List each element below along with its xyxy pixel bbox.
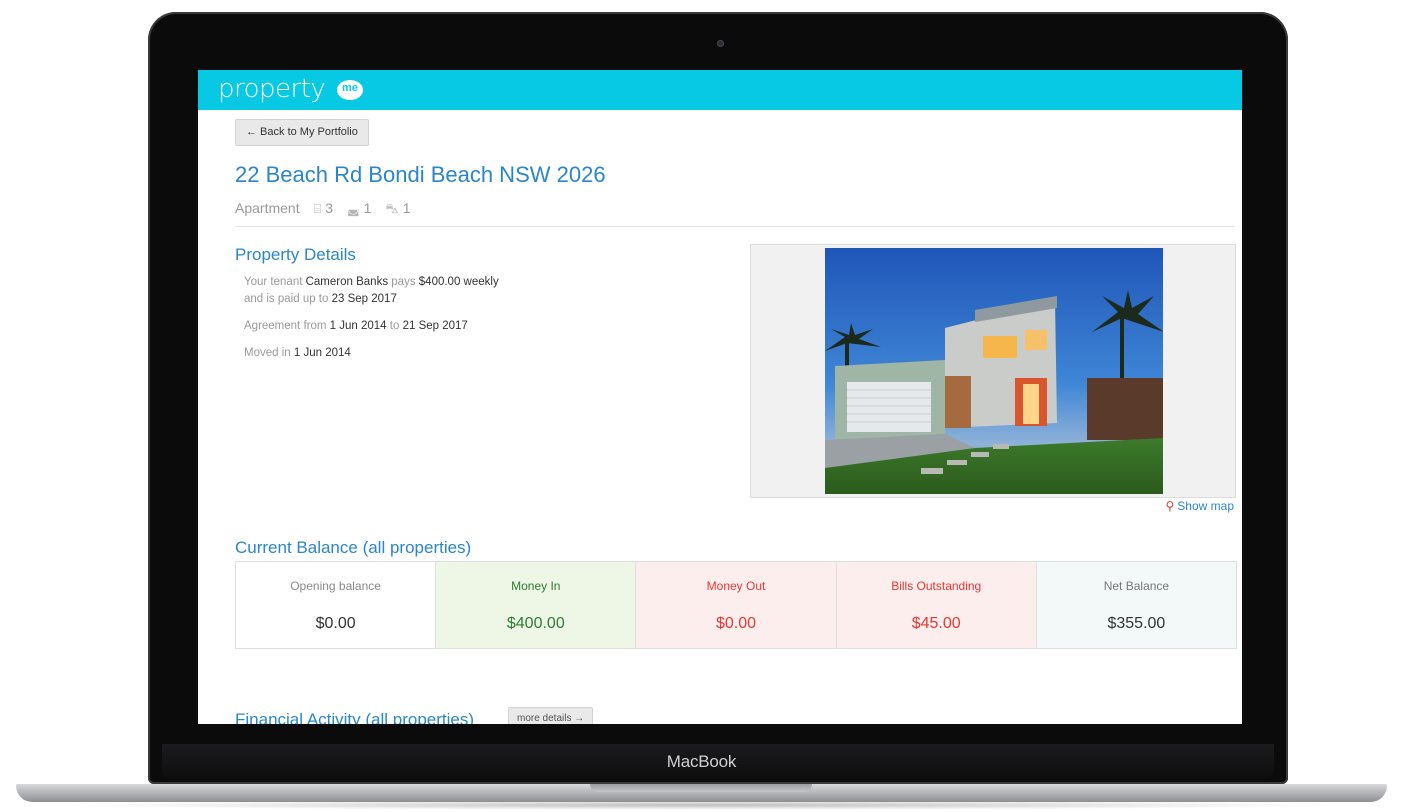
balance-bills-outstanding: Bills Outstanding $45.00 [836,562,1037,648]
divider [235,226,1235,227]
paid-date: 23 Sep 2017 [331,293,397,305]
paid-prefix: and is paid up to [244,293,329,305]
bedrooms-count: 3 [325,200,334,216]
camera-icon [717,40,724,47]
balance-net: Net Balance $355.00 [1036,562,1237,648]
property-type: Apartment [235,200,300,216]
balance-table: Opening balance $0.00 Money In $400.00 M… [235,561,1237,649]
moved-prefix: Moved in [244,347,291,359]
agreement-end: 21 Sep 2017 [402,320,468,332]
more-details-button[interactable]: more details → [508,707,594,724]
property-photo[interactable] [825,248,1163,494]
moved-in-line: Moved in 1 Jun 2014 [244,347,351,359]
paid-up-line: and is paid up to 23 Sep 2017 [244,293,397,305]
property-details-heading: Property Details [235,245,356,264]
tenant-name: Cameron Banks [305,276,389,288]
balance-label: Money In [511,579,561,593]
property-photo-frame [750,244,1236,498]
balance-money-in: Money In $400.00 [436,562,637,648]
agreement-line: Agreement from 1 Jun 2014 to 21 Sep 2017 [244,320,468,332]
balance-opening: Opening balance $0.00 [236,562,437,648]
tenant-prefix: Your tenant [244,276,303,288]
car-icon: ⛍ [385,201,399,216]
device-brand-label: MacBook [666,752,737,771]
property-address: 22 Beach Rd Bondi Beach NSW 2026 [235,162,606,187]
app-header: property me [198,70,1242,110]
agreement-to: to [389,320,400,332]
current-balance-heading: Current Balance (all properties) [235,538,472,557]
back-to-portfolio-button[interactable]: ← Back to My Portfolio [235,119,369,146]
bath-icon: ◛ [346,201,360,216]
show-map-link[interactable]: ⚲ Show map [1166,499,1235,513]
agreement-prefix: Agreement from [244,320,327,332]
balance-value: $355.00 [1107,615,1166,632]
app-logo[interactable]: property [218,74,326,104]
financial-activity-heading: Financial Activity (all properties) [235,710,475,724]
bed-icon: ⌸ [313,201,322,216]
balance-value: $0.00 [715,615,757,632]
balance-value: $0.00 [315,615,356,632]
map-pin-icon: ⚲ [1165,499,1175,513]
show-map-label: Show map [1177,499,1234,513]
bathrooms-count: 1 [363,200,372,216]
balance-money-out: Money Out $0.00 [636,562,837,648]
moved-date: 1 Jun 2014 [293,347,351,359]
agreement-start: 1 Jun 2014 [329,320,387,332]
carspaces-count: 1 [402,200,411,216]
balance-label: Money Out [706,579,766,593]
balance-value: $45.00 [911,615,961,632]
property-meta: Apartment ⌸ 3 ◛ 1 ⛍ 1 [235,200,413,219]
balance-label: Bills Outstanding [891,579,982,593]
balance-value: $400.00 [506,615,565,632]
logo-badge: me [337,80,363,100]
tenant-line: Your tenant Cameron Banks pays $400.00 w… [244,276,499,288]
screen: property me ← Back to My Portfolio 22 Be… [198,70,1242,724]
pays-word: pays [391,276,416,288]
balance-label: Opening balance [290,579,381,593]
rent-amount: $400.00 weekly [418,276,499,288]
balance-label: Net Balance [1103,579,1170,593]
laptop-base-notch [590,784,812,792]
